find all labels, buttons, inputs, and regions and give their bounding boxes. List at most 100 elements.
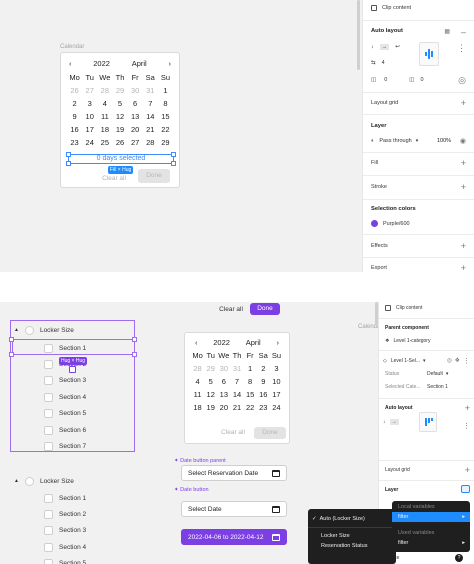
resize-handle[interactable]	[171, 152, 176, 157]
clear-all-button[interactable]: Clear all	[219, 428, 247, 438]
chevron-down-icon[interactable]: ▾	[446, 371, 449, 377]
clip-content-row[interactable]: Clip content	[371, 5, 474, 11]
checkbox-icon[interactable]	[371, 5, 377, 11]
add-fill-icon[interactable]: +	[461, 159, 466, 168]
calendar-day[interactable]: 10	[82, 110, 97, 123]
checkbox-icon[interactable]	[44, 526, 53, 536]
chevron-down-icon[interactable]: ▾	[423, 358, 426, 364]
grid-icon[interactable]: ▦	[444, 28, 450, 37]
minus-icon[interactable]: –	[461, 28, 466, 37]
calendar-day[interactable]: 16	[67, 123, 82, 136]
alignment-box[interactable]	[419, 412, 437, 432]
calendar-day[interactable]: 26	[112, 136, 127, 149]
blend-mode[interactable]: Pass through	[379, 138, 411, 144]
done-button[interactable]: Done	[138, 169, 170, 183]
add-stroke-icon[interactable]: +	[461, 183, 466, 192]
calendar-day[interactable]: 31	[230, 362, 243, 375]
calendar-day[interactable]: 12	[204, 388, 217, 401]
calendar-day[interactable]: 20	[128, 123, 143, 136]
calendar-day[interactable]: 21	[143, 123, 158, 136]
resize-handle[interactable]	[66, 152, 71, 157]
prev-month-icon[interactable]: ‹	[69, 59, 72, 68]
calendar-icon[interactable]	[272, 469, 280, 477]
add-effect-icon[interactable]: +	[461, 242, 466, 251]
calendar-day[interactable]: 22	[244, 401, 257, 414]
selected-category-value[interactable]: Section 1	[427, 384, 448, 390]
calendar-day[interactable]: 28	[97, 84, 112, 97]
menu-item-auto[interactable]: ✓ Auto (Locker Size)	[312, 516, 396, 522]
menu-item-reservation-status[interactable]: Reservation Status	[321, 543, 396, 549]
radio-icon[interactable]	[24, 325, 34, 335]
calendar-day[interactable]: 11	[97, 110, 112, 123]
wrap-icon[interactable]: ↩	[395, 44, 400, 50]
parent-component-name[interactable]: Level 1-category	[393, 338, 430, 344]
resize-handle[interactable]	[66, 161, 71, 166]
selection-color-row[interactable]: Purple/600	[371, 220, 474, 227]
calendar-day[interactable]: 11	[191, 388, 204, 401]
resize-handle[interactable]	[132, 352, 137, 357]
calendar-day[interactable]: 29	[112, 84, 127, 97]
padding-v-value[interactable]: 0	[420, 77, 423, 83]
calendar-day[interactable]: 20	[217, 401, 230, 414]
auto-layout-handle-icon[interactable]	[69, 366, 76, 373]
calendar-day[interactable]: 19	[204, 401, 217, 414]
checkbox-icon[interactable]	[44, 392, 53, 402]
spacing-row[interactable]: ⇆ 4	[371, 60, 474, 66]
component-link-icon[interactable]: ❖	[455, 357, 460, 366]
calendar-day[interactable]: 2	[257, 362, 270, 375]
add-auto-layout-icon[interactable]: +	[465, 404, 470, 413]
calendar-day[interactable]: 30	[217, 362, 230, 375]
list-item[interactable]: Section 3	[44, 375, 86, 387]
done-button[interactable]: Done	[250, 303, 280, 315]
calendar-day[interactable]: 8	[158, 97, 173, 110]
calendar-day[interactable]: 14	[230, 388, 243, 401]
calendar-day[interactable]: 23	[257, 401, 270, 414]
next-month-icon[interactable]: ›	[169, 59, 172, 68]
calendar-icon[interactable]	[272, 505, 280, 513]
select-date-field[interactable]: Select Date	[181, 501, 287, 517]
calendar-day[interactable]: 28	[191, 362, 204, 375]
list-item[interactable]: Section 6	[44, 424, 86, 436]
checkbox-icon[interactable]	[44, 359, 53, 369]
checkbox-icon[interactable]	[44, 409, 53, 419]
list-item[interactable]: Section 3	[44, 525, 86, 537]
instance-row[interactable]: ◇ Level 1-Sel... ▾	[383, 358, 474, 364]
calendar-day[interactable]: 24	[82, 136, 97, 149]
calendar-day[interactable]: 5	[112, 97, 127, 110]
arrow-down-icon[interactable]: ↓	[383, 419, 386, 425]
calendar-day[interactable]: 5	[204, 375, 217, 388]
date-range-field[interactable]: 2022-04-06 to 2022-04-12	[181, 529, 287, 545]
checkbox-icon[interactable]	[44, 509, 53, 519]
resize-handle[interactable]	[9, 352, 14, 357]
list-item[interactable]: Section 5	[44, 558, 86, 564]
clear-all-button[interactable]: Clear all	[100, 173, 128, 185]
checkbox-icon[interactable]	[44, 493, 53, 503]
arrow-down-icon[interactable]: ↓	[371, 44, 374, 50]
calendar-day[interactable]: 4	[191, 375, 204, 388]
calendar-day[interactable]: 9	[67, 110, 82, 123]
calendar-day[interactable]: 3	[270, 362, 283, 375]
add-layout-grid-icon[interactable]: +	[465, 466, 470, 475]
calendar-day[interactable]: 28	[143, 136, 158, 149]
radio-icon[interactable]	[24, 476, 34, 486]
clip-content-row[interactable]: Clip content	[385, 305, 474, 311]
calendar-day[interactable]: 10	[270, 375, 283, 388]
resize-handle[interactable]	[132, 337, 137, 342]
calendar-day[interactable]: 14	[143, 110, 158, 123]
calendar-day[interactable]: 15	[158, 110, 173, 123]
calendar-day[interactable]: 7	[230, 375, 243, 388]
checkbox-icon[interactable]	[385, 305, 391, 311]
calendar-day[interactable]: 7	[143, 97, 158, 110]
blend-row[interactable]: ◐ Pass through ▾	[371, 138, 474, 144]
padding-h-value[interactable]: 0	[384, 77, 387, 83]
calendar-day[interactable]: 1	[244, 362, 257, 375]
list-item[interactable]: Section 1	[44, 492, 86, 504]
menu-item-filter-1[interactable]: filter ▸	[392, 512, 470, 522]
menu-item-filter-2[interactable]: filter ▸	[392, 540, 470, 546]
checkbox-icon[interactable]	[44, 376, 53, 386]
list-item[interactable]: Section 7	[44, 440, 86, 452]
calendar-day[interactable]: 1	[158, 84, 173, 97]
calendar-day[interactable]: 30	[128, 84, 143, 97]
prev-month-icon[interactable]: ‹	[195, 338, 198, 347]
arrow-right-icon[interactable]: →	[379, 44, 390, 50]
